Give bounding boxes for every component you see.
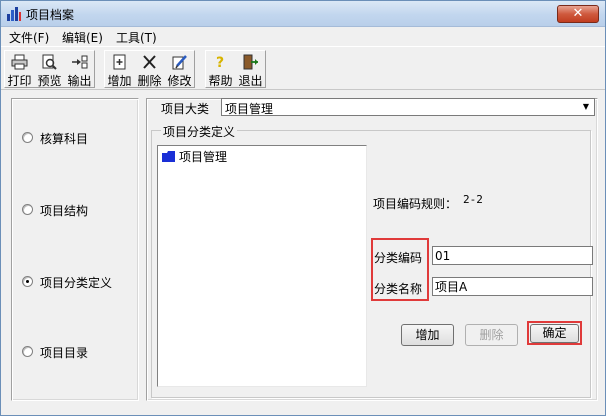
ok-button[interactable]: 确定 [530,324,579,343]
export-button[interactable]: 输出 [65,51,94,88]
menu-edit[interactable]: 编辑(E) [62,29,103,46]
svg-text:?: ? [216,55,224,70]
category-code-input[interactable] [433,247,592,264]
category-select-value: 项目管理 [225,102,274,116]
toolbar: 打印 预览 输出 增加 删除 修改 ? 帮助 退出 [1,46,605,90]
chevron-down-icon[interactable]: ▼ [578,99,594,115]
category-code-field[interactable] [432,246,593,265]
exit-door-icon [243,54,258,70]
category-select[interactable]: 项目管理 ▼ [221,98,595,116]
project-archive-window: 项目档案 ✕ 文件(F) 编辑(E) 工具(T) 打印 预览 输出 增加 删除 … [0,0,606,416]
radio-button[interactable] [22,346,33,357]
category-label: 项目大类 [161,102,210,116]
print-button[interactable]: 打印 [5,51,34,88]
radio-button[interactable] [22,132,33,143]
toolbar-modify-button[interactable]: 修改 [165,51,194,88]
folder-icon [162,151,175,162]
groupbox-title: 项目分类定义 [161,123,238,140]
toolbar-group-edit: 增加 删除 修改 [104,50,195,88]
category-name-label: 分类名称 [374,282,423,296]
toolbar-add-button[interactable]: 增加 [105,51,134,88]
exit-button[interactable]: 退出 [236,51,265,88]
preview-button[interactable]: 预览 [35,51,64,88]
menu-tools[interactable]: 工具(T) [116,29,157,46]
delete-button[interactable]: 删除 [465,324,518,346]
toolbar-group-misc: ? 帮助 退出 [205,50,266,88]
category-name-input[interactable] [433,278,592,295]
toolbar-delete-button[interactable]: 删除 [135,51,164,88]
delete-x-icon [143,55,156,69]
app-chart-icon [7,7,21,21]
export-icon [72,55,88,69]
category-code-label: 分类编码 [374,251,423,265]
window-title: 项目档案 [26,8,75,22]
toolbar-group-output: 打印 预览 输出 [4,50,95,88]
add-button[interactable]: 增加 [401,324,454,346]
radio-button[interactable] [22,204,33,215]
add-document-icon [113,54,126,70]
category-name-field[interactable] [432,277,593,296]
title-bar: 项目档案 ✕ [1,1,605,27]
close-button[interactable]: ✕ [557,5,599,23]
menu-file[interactable]: 文件(F) [9,29,49,46]
help-question-icon: ? [216,55,224,70]
radio-button-checked[interactable] [22,276,33,287]
left-options-panel: 核算科目 项目结构 项目分类定义 项目目录 [11,98,139,401]
code-rule-label: 项目编码规则： [373,197,458,211]
category-tree-view[interactable]: 项目管理 [157,145,367,387]
close-icon: ✕ [572,6,584,21]
edit-pencil-icon [172,55,187,70]
code-rule-value: 2-2 [463,193,483,206]
menu-bar: 文件(F) 编辑(E) 工具(T) [1,27,605,46]
printer-icon [11,54,28,70]
help-button[interactable]: ? 帮助 [206,51,235,88]
preview-icon [42,54,57,70]
